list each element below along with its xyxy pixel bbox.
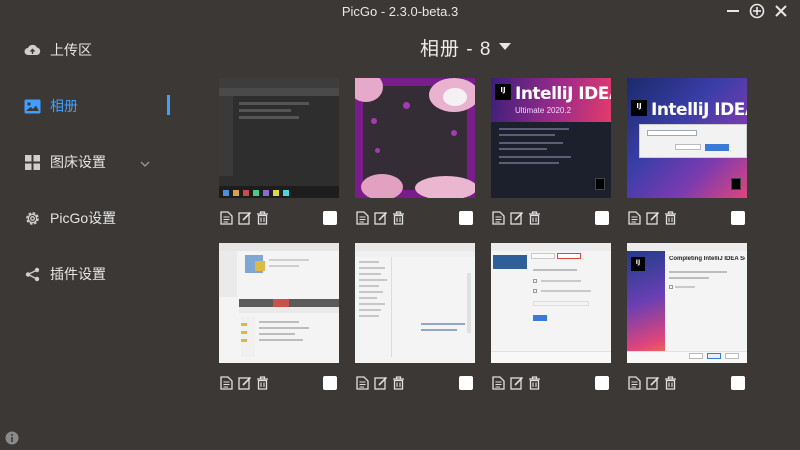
sidebar-item-plugin-settings[interactable]: 插件设置 [0,254,170,294]
edit-icon[interactable] [237,376,252,391]
sidebar-item-picbed-settings[interactable]: 图床设置 [0,142,170,182]
image-thumbnail[interactable] [355,243,475,363]
copy-icon[interactable] [355,211,370,226]
intellij-badge: IJ [631,257,645,271]
card-actions [491,206,611,230]
title-bar: PicGo - 2.3.0-beta.3 [0,0,800,22]
sidebar-item-label: 插件设置 [50,266,106,282]
sidebar-item-label: 相册 [50,98,78,114]
gallery-card: IJ IntelliJ IDEA Ultimate 2020.2 [491,78,611,230]
info-icon[interactable] [5,431,19,445]
sidebar-item-gallery[interactable]: 相册 [0,86,170,126]
edit-icon[interactable] [373,376,388,391]
delete-icon[interactable] [527,211,542,226]
select-checkbox[interactable] [459,376,473,390]
window-controls [724,2,790,20]
select-checkbox[interactable] [595,376,609,390]
delete-icon[interactable] [663,376,678,391]
image-thumbnail[interactable]: IJ IntelliJ IDEA [627,78,747,198]
image-thumbnail[interactable] [491,243,611,363]
edit-icon[interactable] [645,376,660,391]
copy-icon[interactable] [219,376,234,391]
sidebar-item-label: PicGo设置 [50,210,117,226]
gear-icon [24,210,41,227]
gallery-card [219,243,339,395]
add-icon[interactable] [748,2,766,20]
select-checkbox[interactable] [731,376,745,390]
edit-icon[interactable] [509,376,524,391]
gallery-card [219,78,339,230]
delete-icon[interactable] [391,211,406,226]
thumbnail-subtitle: Ultimate 2020.2 [515,106,572,115]
gallery-card [355,243,475,395]
select-checkbox[interactable] [595,211,609,225]
delete-icon[interactable] [663,211,678,226]
card-actions [491,371,611,395]
close-icon[interactable] [772,2,790,20]
card-actions [627,206,747,230]
grid-icon [24,154,41,171]
edit-icon[interactable] [237,211,252,226]
select-checkbox[interactable] [323,376,337,390]
delete-icon[interactable] [391,376,406,391]
share-icon [24,266,41,283]
copy-icon[interactable] [491,211,506,226]
edit-icon[interactable] [645,211,660,226]
copy-icon[interactable] [627,211,642,226]
thumbnail-title: IntelliJ IDEA [515,84,611,104]
page-title: 相册 - 8 [420,38,492,60]
image-thumbnail[interactable]: IJ Completing IntelliJ IDEA Setup [627,243,747,363]
image-icon [24,98,41,115]
cloud-upload-icon [24,42,41,59]
minimize-icon[interactable] [724,2,742,20]
thumbnail-title: Completing IntelliJ IDEA Setup [669,256,745,262]
delete-icon[interactable] [527,376,542,391]
copy-icon[interactable] [627,376,642,391]
gallery-card [355,78,475,230]
gallery-card: IJ Completing IntelliJ IDEA Setup [627,243,747,395]
edit-icon[interactable] [373,211,388,226]
sidebar-item-label: 上传区 [50,42,92,58]
thumbnail-title: IntelliJ IDEA [651,100,747,120]
select-checkbox[interactable] [731,211,745,225]
sidebar-item-label: 图床设置 [50,154,106,170]
select-checkbox[interactable] [459,211,473,225]
gallery-card [491,243,611,395]
image-thumbnail[interactable] [355,78,475,198]
intellij-badge: IJ [631,100,647,116]
card-actions [355,371,475,395]
sidebar-item-picgo-settings[interactable]: PicGo设置 [0,198,170,238]
copy-icon[interactable] [491,376,506,391]
image-thumbnail[interactable]: IJ IntelliJ IDEA Ultimate 2020.2 [491,78,611,198]
window-title: PicGo - 2.3.0-beta.3 [341,3,459,19]
copy-icon[interactable] [219,211,234,226]
delete-icon[interactable] [255,211,270,226]
intellij-badge: IJ [495,84,511,100]
image-thumbnail[interactable] [219,78,339,198]
gallery-header: 相册 - 8 [420,34,513,60]
image-thumbnail[interactable] [219,243,339,363]
card-actions [219,206,339,230]
card-actions [219,371,339,395]
caret-down-icon[interactable] [499,40,513,54]
chevron-down-icon[interactable] [140,155,150,171]
edit-icon[interactable] [509,211,524,226]
gallery-card: IJ IntelliJ IDEA [627,78,747,230]
card-actions [627,371,747,395]
card-actions [355,206,475,230]
sidebar: 上传区 相册 图床设置 PicGo设置 插件设置 [0,22,170,450]
copy-icon[interactable] [355,376,370,391]
delete-icon[interactable] [255,376,270,391]
select-checkbox[interactable] [323,211,337,225]
sidebar-item-upload[interactable]: 上传区 [0,30,170,70]
